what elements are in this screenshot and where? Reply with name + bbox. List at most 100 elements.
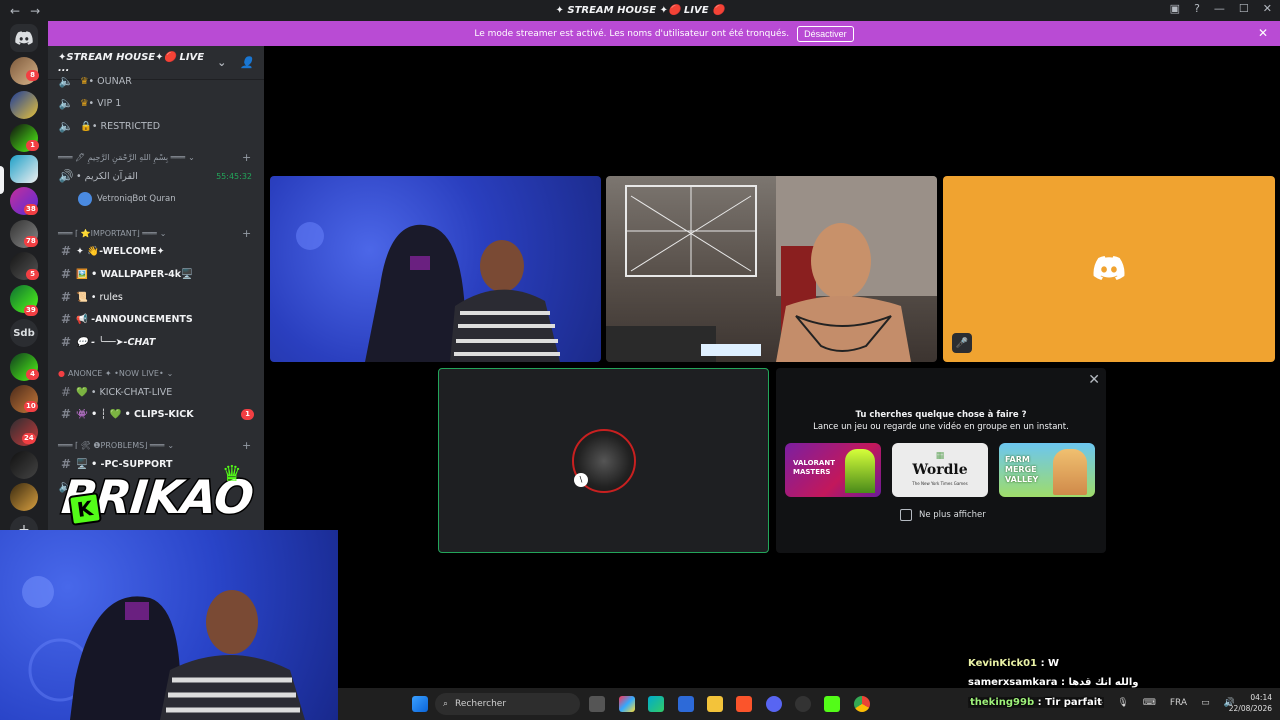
display-icon[interactable]: ▭ [1201,698,1210,708]
chevron-down-icon: ⌄ [159,228,167,238]
server-badge: 1 [26,140,39,151]
category-problems[interactable]: ═══ ⌈ 🛠 ❶PROBLEMS⌋ ═══ ⌄ + [58,438,251,452]
text-channel-clips[interactable]: # 👾 • ┆ 💚 • CLIPS-KICK [56,404,194,424]
activity-card-farm-merge[interactable]: FARM MERGE VALLEY [999,443,1095,497]
video-tile-streamer[interactable] [270,176,601,362]
microphone-icon[interactable]: 🎙 [1117,698,1128,708]
voice-channel-vip1[interactable]: 🔈 ♛ • VIP 1 [56,93,122,113]
activity-card-wordle[interactable]: ▦ Wordle The New York Times Games [892,443,988,497]
chat-message: theking99b : Tir parfait [968,697,1104,708]
keyboard-icon[interactable]: ⌨ [1143,698,1156,708]
voice-channel-ounar[interactable]: 🔈 ♛ • OUNAR [56,71,132,91]
hashtag-icon: # [60,335,72,349]
inbox-icon[interactable]: ▣ [1170,2,1180,15]
category-live[interactable]: ● ANONCE ✦ •NOW LIVE• ⌄ [58,366,173,380]
task-view-icon[interactable] [589,696,605,712]
server-icon-12[interactable] [10,451,38,479]
chrome-icon[interactable] [854,696,870,712]
text-channel-announcements[interactable]: # 📢 -ANNOUNCEMENTS [56,309,193,329]
chat-message: samerxsamkara : والله انك قدها [968,677,1139,688]
forward-arrow-icon[interactable]: → [30,4,40,18]
chevron-down-icon: ⌄ [167,440,175,450]
voice-channel-quran[interactable]: 🔊 • القرآن الكريم [56,166,138,186]
file-explorer-icon[interactable] [707,696,723,712]
voice-channel-restricted[interactable]: 🔈 🔒 • RESTRICTED [56,116,161,136]
hashtag-icon: # [60,312,72,326]
edge-icon[interactable] [648,696,664,712]
activity-card-valorant[interactable]: VALORANT MASTERS [785,443,881,497]
add-channel-icon[interactable]: + [242,151,251,164]
minimize-icon[interactable]: — [1214,2,1225,15]
muted-mic-icon: 🎤 [952,333,972,353]
brave-icon[interactable] [736,696,752,712]
window-titlebar: ← → ✦ STREAM HOUSE ✦🔴 LIVE 🔴 ▣ ? — ☐ ✕ [0,0,1280,21]
server-badge: 5 [26,269,39,280]
category-important[interactable]: ═══ ⌈ ⭐IMPORTANT⌋ ═══ ⌄ + [58,226,251,240]
mention-badge: 1 [241,409,254,420]
text-channel-rules[interactable]: # 📜 • rules [56,287,123,307]
start-button-icon[interactable] [412,696,428,712]
taskbar-search[interactable]: ⌕ Rechercher [435,693,580,715]
maximize-icon[interactable]: ☐ [1239,2,1249,15]
server-icon-stream-house[interactable] [10,155,38,183]
clock[interactable]: 04:14 22/08/2026 [1229,692,1272,714]
chevron-down-icon[interactable]: ⌄ [217,56,226,69]
server-icon-2[interactable] [10,91,38,119]
text-channel-chat[interactable]: # 💬 - ╰──➤-CHAT [56,332,155,352]
crown-icon: ♛ [222,462,242,487]
discord-icon[interactable] [766,696,782,712]
server-badge: 24 [22,433,36,444]
screen: ← → ✦ STREAM HOUSE ✦🔴 LIVE 🔴 ▣ ? — ☐ ✕ 8… [0,0,1280,720]
obs-icon[interactable] [795,696,811,712]
category-quran[interactable]: ═══ 🖊 بِسْمِ اللهِ الرَّحْمَنِ الرَّحِيم… [58,150,251,164]
language-indicator[interactable]: FRA [1170,698,1187,708]
add-channel-icon[interactable]: + [242,227,251,240]
video-tile-guest[interactable] [606,176,937,362]
discord-home-icon[interactable] [10,24,38,52]
close-icon[interactable]: ✕ [1258,26,1268,40]
activities-panel: ✕ Tu cherches quelque chose à faire ? La… [776,368,1106,553]
close-window-icon[interactable]: ✕ [1263,2,1272,15]
video-tile-no-camera[interactable] [943,176,1275,362]
speaker-icon: 🔈 [58,74,74,88]
hashtag-icon: # [60,244,72,258]
close-icon[interactable]: ✕ [1088,372,1100,388]
voice-member[interactable]: VetroniqBot Quran [78,192,176,206]
server-icon-sdb[interactable]: Sdb [10,319,38,347]
webcam-feed [296,222,560,362]
server-icon-13[interactable] [10,483,38,511]
character-art [845,449,875,493]
store-icon[interactable] [678,696,694,712]
windows-taskbar: ⌕ Rechercher ⌁ 🎙 ⌨ FRA ▭ 🔊 04:14 22/08/2… [338,688,1280,720]
invite-people-icon[interactable]: 👤 [240,56,254,69]
hashtag-icon: # [60,385,72,399]
server-badge: 78 [24,236,38,247]
activities-title: Tu cherches quelque chose à faire ? Lanc… [813,410,1069,432]
system-tray: ⌁ 🎙 ⌨ FRA ▭ 🔊 [1098,698,1235,708]
speaker-icon: 🔊 [58,169,74,183]
kick-logo: K [68,492,102,526]
live-dot-icon: ● [58,368,65,378]
copilot-icon[interactable] [619,696,635,712]
chat-message: KevinKick01 : W [968,658,1060,669]
disable-streamer-mode-button[interactable]: Désactiver [797,25,854,42]
server-badge: 10 [24,401,38,412]
help-icon[interactable]: ? [1194,2,1200,15]
discord-logo-icon [1093,256,1125,280]
character-art [1053,449,1087,495]
text-channel-wallpaper[interactable]: # 🖼️ • WALLPAPER-4k🖥️ [56,264,193,284]
back-arrow-icon[interactable]: ← [10,4,20,18]
server-badge: 8 [26,70,39,81]
video-tile-speaking[interactable]: \ [438,368,769,553]
text-channel-kick-chat[interactable]: # 💚 • KICK-CHAT-LIVE [56,382,172,402]
webcam-feed [22,576,305,720]
kick-icon[interactable] [824,696,840,712]
server-badge: 4 [26,369,39,380]
chevron-down-icon: ⌄ [166,368,174,378]
text-channel-welcome[interactable]: # ✦ 👋-WELCOME✦ [56,241,165,261]
add-channel-icon[interactable]: + [242,439,251,452]
banner-text: Le mode streamer est activé. Les noms d'… [474,28,790,39]
wordle-grid-icon: ▦ [935,451,945,461]
dont-show-again-checkbox[interactable]: Ne plus afficher [900,509,986,521]
checkbox[interactable] [900,509,912,521]
